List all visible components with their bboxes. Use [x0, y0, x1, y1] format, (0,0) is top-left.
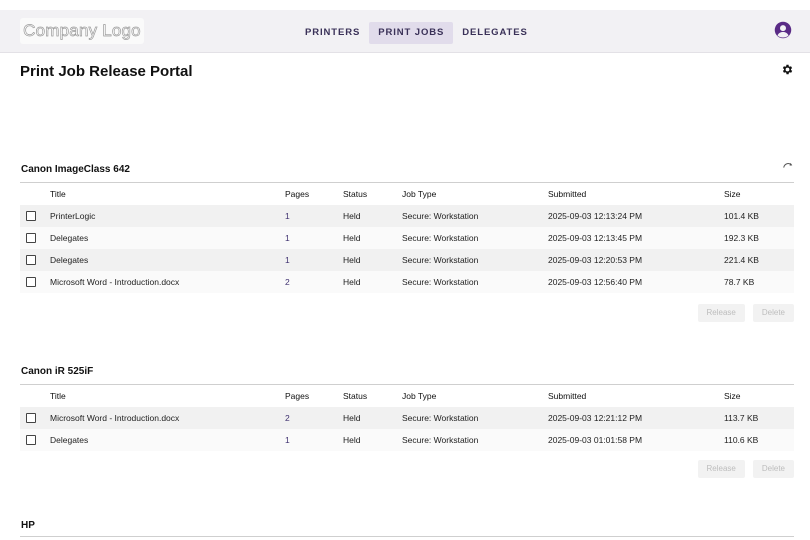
column-header-pages[interactable]: Pages — [285, 183, 343, 205]
job-title: Delegates — [50, 227, 285, 249]
job-type: Secure: Workstation — [402, 429, 548, 451]
column-header-title[interactable]: Title — [50, 183, 285, 205]
job-checkbox[interactable] — [26, 435, 36, 445]
select-column-header — [20, 385, 50, 407]
job-pages: 1 — [285, 205, 343, 227]
delete-button[interactable]: Delete — [752, 304, 794, 322]
job-title: Microsoft Word - Introduction.docx — [50, 271, 285, 293]
table-row[interactable]: Microsoft Word - Introduction.docx 2 Hel… — [20, 407, 794, 429]
job-submitted: 2025-09-03 12:13:24 PM — [548, 205, 724, 227]
gear-icon[interactable] — [781, 63, 794, 76]
job-status: Held — [343, 227, 402, 249]
column-header-pages[interactable]: Pages — [285, 385, 343, 407]
job-type: Secure: Workstation — [402, 249, 548, 271]
job-type: Secure: Workstation — [402, 271, 548, 293]
page-title: Print Job Release Portal — [20, 63, 193, 80]
job-checkbox[interactable] — [26, 255, 36, 265]
job-status: Held — [343, 429, 402, 451]
job-submitted: 2025-09-03 01:01:58 PM — [548, 429, 724, 451]
table-header-row: Title Pages Status Job Type Submitted Si… — [20, 183, 794, 205]
job-submitted: 2025-09-03 12:56:40 PM — [548, 271, 724, 293]
job-checkbox[interactable] — [26, 233, 36, 243]
job-type: Secure: Workstation — [402, 407, 548, 429]
job-status: Held — [343, 249, 402, 271]
tab-printers[interactable]: PRINTERS — [296, 22, 369, 44]
print-jobs-table: Title Pages Status Job Type Submitted Si… — [20, 183, 794, 293]
release-button[interactable]: Release — [697, 460, 745, 478]
section-divider — [20, 536, 794, 537]
job-checkbox[interactable] — [26, 277, 36, 287]
job-status: Held — [343, 407, 402, 429]
job-pages: 2 — [285, 271, 343, 293]
job-size: 221.4 KB — [724, 249, 794, 271]
job-size: 101.4 KB — [724, 205, 794, 227]
job-actions: Release Delete — [697, 304, 794, 322]
job-status: Held — [343, 205, 402, 227]
column-header-job-type[interactable]: Job Type — [402, 183, 548, 205]
job-type: Secure: Workstation — [402, 205, 548, 227]
table-header-row: Title Pages Status Job Type Submitted Si… — [20, 385, 794, 407]
job-size: 113.7 KB — [724, 407, 794, 429]
column-header-size[interactable]: Size — [724, 385, 794, 407]
top-nav-bar: Company Logo PRINTERS PRINT JOBS DELEGAT… — [0, 10, 810, 53]
job-title: Delegates — [50, 429, 285, 451]
print-jobs-table: Title Pages Status Job Type Submitted Si… — [20, 385, 794, 451]
job-actions: Release Delete — [697, 460, 794, 478]
select-column-header — [20, 183, 50, 205]
tab-print-jobs[interactable]: PRINT JOBS — [369, 22, 454, 44]
release-button[interactable]: Release — [697, 304, 745, 322]
table-row[interactable]: PrinterLogic 1 Held Secure: Workstation … — [20, 205, 794, 227]
refresh-icon[interactable] — [782, 160, 794, 170]
printer-section-canon-ir-525if: Canon iR 525iF Title Pages Status Job Ty… — [20, 366, 794, 478]
user-circle-icon[interactable] — [774, 21, 792, 39]
job-pages: 1 — [285, 429, 343, 451]
table-row[interactable]: Microsoft Word - Introduction.docx 2 Hel… — [20, 271, 794, 293]
job-checkbox[interactable] — [26, 211, 36, 221]
job-submitted: 2025-09-03 12:20:53 PM — [548, 249, 724, 271]
job-title: Microsoft Word - Introduction.docx — [50, 407, 285, 429]
job-submitted: 2025-09-03 12:21:12 PM — [548, 407, 724, 429]
printer-name: Canon iR 525iF — [21, 366, 94, 377]
table-row[interactable]: Delegates 1 Held Secure: Workstation 202… — [20, 429, 794, 451]
job-status: Held — [343, 271, 402, 293]
job-checkbox[interactable] — [26, 413, 36, 423]
delete-button[interactable]: Delete — [752, 460, 794, 478]
job-title: PrinterLogic — [50, 205, 285, 227]
job-pages: 2 — [285, 407, 343, 429]
printer-section-hp: HP — [20, 520, 794, 537]
column-header-title[interactable]: Title — [50, 385, 285, 407]
job-size: 78.7 KB — [724, 271, 794, 293]
printer-name: HP — [21, 520, 35, 531]
column-header-job-type[interactable]: Job Type — [402, 385, 548, 407]
table-row[interactable]: Delegates 1 Held Secure: Workstation 202… — [20, 249, 794, 271]
table-row[interactable]: Delegates 1 Held Secure: Workstation 202… — [20, 227, 794, 249]
column-header-status[interactable]: Status — [343, 183, 402, 205]
column-header-submitted[interactable]: Submitted — [548, 385, 724, 407]
printer-section-canon-imageclass-642: Canon ImageClass 642 Title Pages Status … — [20, 162, 794, 322]
job-size: 192.3 KB — [724, 227, 794, 249]
job-pages: 1 — [285, 227, 343, 249]
job-submitted: 2025-09-03 12:13:45 PM — [548, 227, 724, 249]
tab-delegates[interactable]: DELEGATES — [453, 22, 536, 44]
column-header-status[interactable]: Status — [343, 385, 402, 407]
main-nav: PRINTERS PRINT JOBS DELEGATES — [296, 22, 537, 44]
printer-name: Canon ImageClass 642 — [21, 164, 130, 175]
column-header-size[interactable]: Size — [724, 183, 794, 205]
job-title: Delegates — [50, 249, 285, 271]
company-logo[interactable]: Company Logo — [20, 18, 144, 44]
job-type: Secure: Workstation — [402, 227, 548, 249]
job-size: 110.6 KB — [724, 429, 794, 451]
job-pages: 1 — [285, 249, 343, 271]
column-header-submitted[interactable]: Submitted — [548, 183, 724, 205]
